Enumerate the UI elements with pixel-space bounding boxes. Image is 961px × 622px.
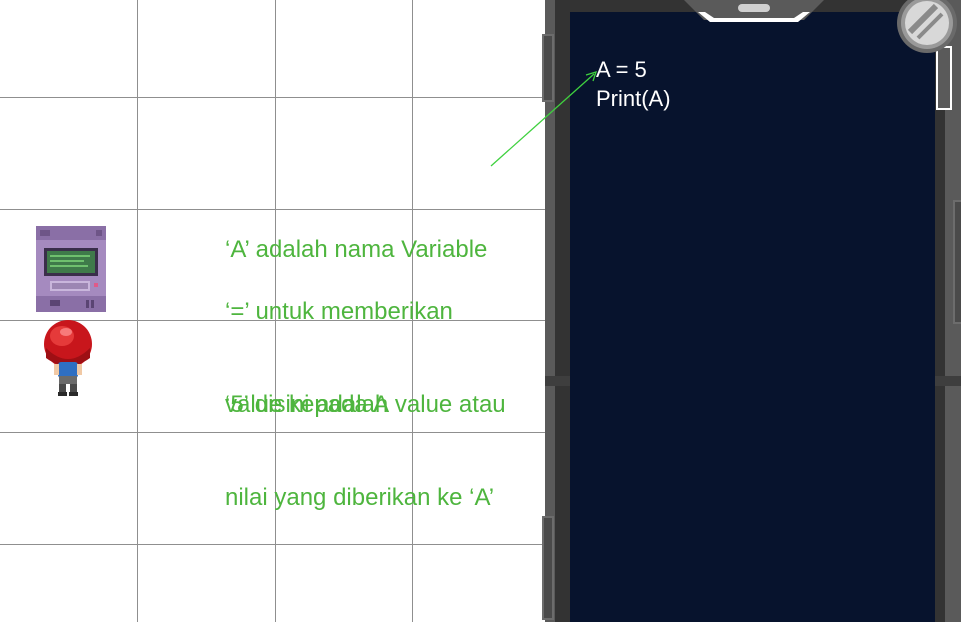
device-side-button <box>953 200 961 324</box>
annotation-line: ‘=’ untuk memberikan <box>225 298 453 325</box>
player-character-icon[interactable] <box>42 318 94 396</box>
device-side-button <box>542 516 554 620</box>
computer-terminal-icon[interactable] <box>36 226 106 312</box>
device-side-button <box>936 46 952 110</box>
grid-line <box>137 0 138 622</box>
grid-line <box>0 97 545 98</box>
code-block: A = 5 Print(A) <box>596 55 671 113</box>
code-line: A = 5 <box>596 57 647 82</box>
camera-lens-icon <box>896 0 958 54</box>
device-edge-bar <box>935 376 961 386</box>
grid-line <box>0 544 545 545</box>
device-edge-bar <box>545 376 570 386</box>
annotation-value: ‘5’ disini adalah value atau nilai yang … <box>225 327 506 544</box>
annotation-line: nilai yang diberikan ke ‘A’ <box>225 484 495 511</box>
annotation-line: ‘5’ disini adalah value atau <box>225 391 506 418</box>
device-notch <box>684 0 824 32</box>
code-line: Print(A) <box>596 86 671 111</box>
device-side-button <box>542 34 554 102</box>
